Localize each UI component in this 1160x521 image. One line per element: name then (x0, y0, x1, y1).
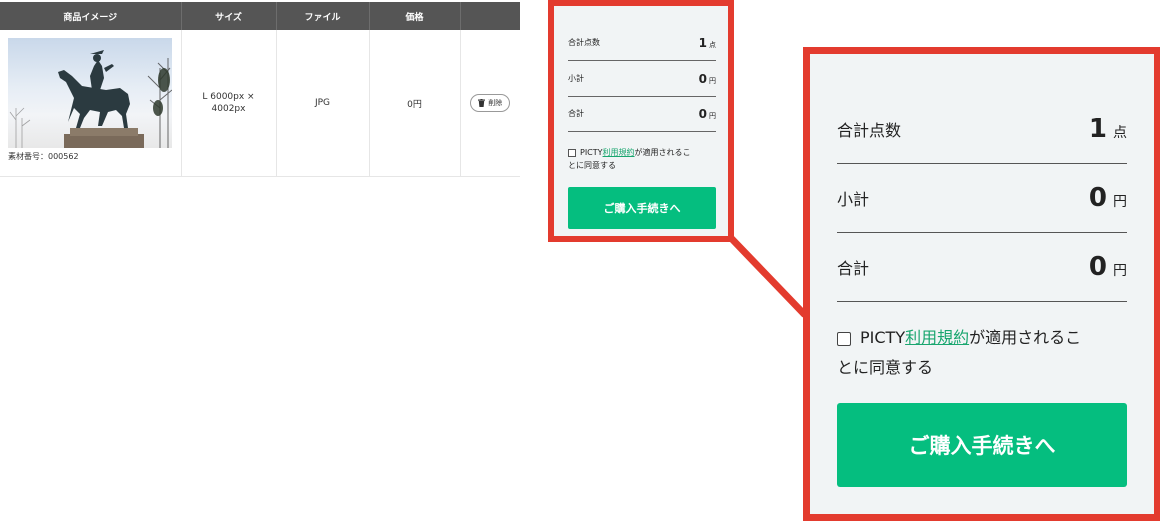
agree-suffix-large: が適用されるこ (969, 328, 1082, 347)
terms-checkbox[interactable] (568, 148, 576, 157)
subtotal-unit: 円 (709, 76, 716, 85)
header-size: サイズ (181, 2, 277, 30)
cell-file: JPG (276, 30, 370, 177)
delete-label: 削除 (488, 99, 503, 107)
summary-total-row-large: 合計 0 円 (837, 233, 1127, 302)
subtotal-value: 0 (698, 71, 707, 86)
agree-prefix: PICTY (580, 148, 603, 157)
asset-id: 素材番号：000562 (8, 152, 79, 161)
checkout-button-large[interactable]: ご購入手続きへ (837, 403, 1127, 487)
summary-subtotal-row-large: 小計 0 円 (837, 164, 1127, 233)
terms-link-large[interactable]: 利用規約 (905, 328, 969, 347)
count-unit-large: 点 (1113, 125, 1127, 141)
total-value: 0 (698, 106, 707, 121)
agree-prefix-large: PICTY (860, 328, 906, 347)
agree-line2-large: とに同意する (837, 358, 934, 377)
header-image: 商品イメージ (0, 2, 182, 30)
agree-suffix: が適用されるこ (634, 148, 691, 157)
cell-size: L 6000px × 4002px (181, 30, 277, 177)
count-value: 1 (698, 35, 707, 50)
cell-action: 削除 (460, 30, 520, 177)
header-file: ファイル (276, 2, 370, 30)
order-summary-small: 合計点数 1 点 小計 0 円 合計 0 円 PICTY利用規約が適用されるこ … (548, 0, 734, 242)
count-unit: 点 (709, 40, 716, 49)
summary-total-row: 合計 0 円 (568, 96, 716, 132)
header-action (460, 2, 520, 30)
terms-agreement: PICTY利用規約が適用されるこ とに同意する (568, 146, 716, 172)
header-price: 価格 (369, 2, 461, 30)
terms-link[interactable]: 利用規約 (603, 148, 635, 157)
agree-line2: とに同意する (568, 161, 616, 170)
trash-icon (478, 99, 486, 107)
cart-table: 商品イメージ サイズ ファイル 価格 素材番号：000562 L 6000px … (0, 2, 520, 177)
checkout-button[interactable]: ご購入手続きへ (568, 187, 716, 229)
size-line2: 4002px (211, 104, 246, 114)
total-unit: 円 (709, 111, 716, 120)
count-label-large: 合計点数 (837, 121, 902, 140)
subtotal-value-large: 0 (1088, 183, 1107, 213)
product-thumbnail[interactable] (8, 38, 172, 148)
subtotal-label-large: 小計 (837, 190, 870, 209)
cart-table-header: 商品イメージ サイズ ファイル 価格 (0, 2, 520, 30)
cell-image: 素材番号：000562 (0, 30, 182, 177)
subtotal-label: 小計 (568, 74, 584, 83)
count-label: 合計点数 (568, 38, 600, 47)
total-unit-large: 円 (1113, 263, 1127, 279)
summary-subtotal-row: 小計 0 円 (568, 61, 716, 97)
cell-price: 0円 (369, 30, 461, 177)
terms-checkbox-large[interactable] (837, 331, 851, 346)
total-label: 合計 (568, 109, 584, 118)
summary-count-row-large: 合計点数 1 点 (837, 95, 1127, 164)
terms-agreement-large: PICTY利用規約が適用されるこ とに同意する (837, 323, 1127, 383)
delete-button[interactable]: 削除 (470, 94, 511, 112)
table-row: 素材番号：000562 L 6000px × 4002px JPG 0円 削除 (0, 30, 520, 177)
count-value-large: 1 (1088, 114, 1107, 144)
size-line1: L 6000px × (202, 92, 255, 102)
subtotal-unit-large: 円 (1113, 194, 1127, 210)
summary-count-row: 合計点数 1 点 (568, 25, 716, 61)
total-label-large: 合計 (837, 259, 870, 278)
order-summary-large: 合計点数 1 点 小計 0 円 合計 0 円 PICTY利用規約が適用されるこ … (803, 47, 1160, 521)
total-value-large: 0 (1088, 252, 1107, 282)
